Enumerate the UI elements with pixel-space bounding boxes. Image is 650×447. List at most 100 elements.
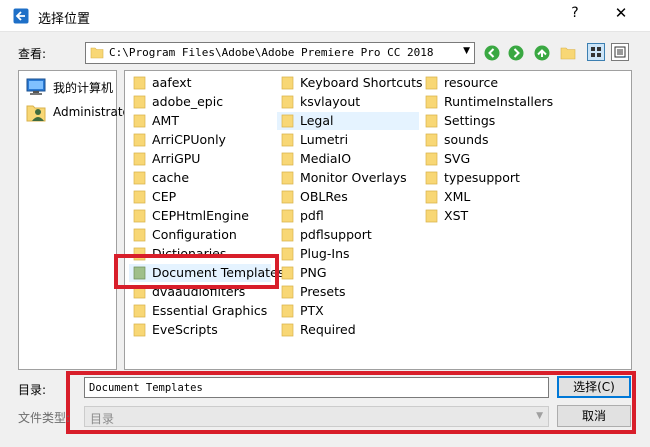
folder-icon xyxy=(281,304,294,318)
help-button[interactable]: ? xyxy=(566,5,584,27)
folder-label: Lumetri xyxy=(300,132,349,147)
folder-icon xyxy=(133,285,146,299)
folder-icon xyxy=(133,76,146,90)
folder-item[interactable]: Legal xyxy=(277,112,419,130)
folder-item[interactable]: PTX xyxy=(277,302,419,320)
folder-item[interactable]: CEP xyxy=(129,188,271,206)
close-icon[interactable]: ✕ xyxy=(610,4,632,26)
folder-icon xyxy=(281,95,294,109)
folder-item[interactable]: Required xyxy=(277,321,419,339)
folder-item[interactable]: pdflsupport xyxy=(277,226,419,244)
folder-icon xyxy=(281,209,294,223)
folder-item[interactable]: RuntimeInstallers xyxy=(421,93,563,111)
new-folder-icon[interactable] xyxy=(560,45,576,61)
folder-label: adobe_epic xyxy=(152,94,224,109)
folder-icon xyxy=(133,209,146,223)
folder-label: EveScripts xyxy=(152,322,218,337)
computer-icon xyxy=(26,78,46,95)
folder-label: RuntimeInstallers xyxy=(444,94,554,109)
folder-item[interactable]: Dictionaries xyxy=(129,245,271,263)
folder-label: SVG xyxy=(444,151,471,166)
folder-icon xyxy=(281,76,294,90)
folder-icon xyxy=(425,114,438,128)
folder-icon xyxy=(133,304,146,318)
folder-label: Configuration xyxy=(152,227,237,242)
folder-item[interactable]: Essential Graphics xyxy=(129,302,271,320)
folder-icon xyxy=(425,171,438,185)
folder-icon xyxy=(133,171,146,185)
folder-item[interactable]: ArriGPU xyxy=(129,150,271,168)
folder-label: Document Templates xyxy=(152,265,285,280)
places-sidebar: 我的计算机 Administrator xyxy=(18,70,135,370)
path-combo[interactable]: C:\Program Files\Adobe\Adobe Premiere Pr… xyxy=(85,42,475,64)
grid-view-icon[interactable] xyxy=(587,43,605,61)
folder-item[interactable]: MediaIO xyxy=(277,150,419,168)
folder-label: PNG xyxy=(300,265,327,280)
detail-view-icon[interactable] xyxy=(611,43,629,61)
back-icon[interactable] xyxy=(484,45,500,61)
folder-label: typesupport xyxy=(444,170,520,185)
folder-item[interactable]: ArriCPUonly xyxy=(129,131,271,149)
folder-item[interactable]: adobe_epic xyxy=(129,93,271,111)
folder-item[interactable]: Plug-Ins xyxy=(277,245,419,263)
folder-icon xyxy=(133,323,146,337)
folder-icon xyxy=(281,247,294,261)
folder-item[interactable]: XST xyxy=(421,207,563,225)
folder-icon xyxy=(425,95,438,109)
folder-icon xyxy=(281,114,294,128)
folder-label: Legal xyxy=(300,113,334,128)
folder-label: PTX xyxy=(300,303,324,318)
sidebar-item-label: 我的计算机 xyxy=(53,81,114,95)
folder-item[interactable]: Document Templates xyxy=(129,264,284,282)
folder-item[interactable]: AMT xyxy=(129,112,271,130)
folder-label: ArriCPUonly xyxy=(152,132,226,147)
folder-label: dvaaudiofilters xyxy=(152,284,246,299)
folder-item[interactable]: dvaaudiofilters xyxy=(129,283,271,301)
folder-icon xyxy=(133,266,146,280)
user-icon xyxy=(26,105,46,122)
folder-item[interactable]: cache xyxy=(129,169,271,187)
folder-label: ArriGPU xyxy=(152,151,201,166)
folder-label: CEPHtmlEngine xyxy=(152,208,249,223)
folder-icon xyxy=(281,285,294,299)
folder-label: Presets xyxy=(300,284,346,299)
filetype-value: 目录 xyxy=(90,412,115,426)
folder-icon xyxy=(425,133,438,147)
folder-label: aafext xyxy=(152,75,192,90)
folder-item[interactable]: ksvlayout xyxy=(277,93,419,111)
folder-item[interactable]: EveScripts xyxy=(129,321,271,339)
folder-icon xyxy=(281,133,294,147)
up-icon[interactable] xyxy=(534,45,550,61)
folder-icon xyxy=(281,266,294,280)
folder-icon xyxy=(281,190,294,204)
folder-label: CEP xyxy=(152,189,177,204)
folder-item[interactable]: SVG xyxy=(421,150,563,168)
folder-item[interactable]: typesupport xyxy=(421,169,563,187)
folder-item[interactable]: PNG xyxy=(277,264,419,282)
folder-item[interactable]: sounds xyxy=(421,131,563,149)
folder-icon xyxy=(281,228,294,242)
folder-icon xyxy=(281,323,294,337)
select-button[interactable]: 选择(C) xyxy=(557,376,631,398)
chevron-down-icon[interactable]: ▼ xyxy=(463,46,470,56)
file-list[interactable]: aafext adobe_epic AMT ArriCPUonly ArriGPU cac… xyxy=(124,70,632,370)
folder-item[interactable]: OBLRes xyxy=(277,188,419,206)
forward-icon[interactable] xyxy=(508,45,524,61)
sidebar-item-label: Administrator xyxy=(53,105,135,119)
folder-item[interactable]: XML xyxy=(421,188,563,206)
cancel-button[interactable]: 取消 xyxy=(557,405,631,427)
folder-item[interactable]: resource xyxy=(421,74,563,92)
directory-label: 目录: xyxy=(18,383,47,397)
folder-label: Plug-Ins xyxy=(300,246,350,261)
folder-item[interactable]: Configuration xyxy=(129,226,271,244)
folder-item[interactable]: CEPHtmlEngine xyxy=(129,207,271,225)
folder-item[interactable]: pdfl xyxy=(277,207,419,225)
folder-item[interactable]: Lumetri xyxy=(277,131,419,149)
folder-item[interactable]: Presets xyxy=(277,283,419,301)
folder-item[interactable]: Monitor Overlays xyxy=(277,169,419,187)
folder-item[interactable]: Settings xyxy=(421,112,563,130)
chevron-down-icon: ▼ xyxy=(536,411,543,421)
directory-input[interactable] xyxy=(84,377,549,398)
folder-item[interactable]: aafext xyxy=(129,74,271,92)
folder-item[interactable]: Keyboard Shortcuts xyxy=(277,74,423,92)
